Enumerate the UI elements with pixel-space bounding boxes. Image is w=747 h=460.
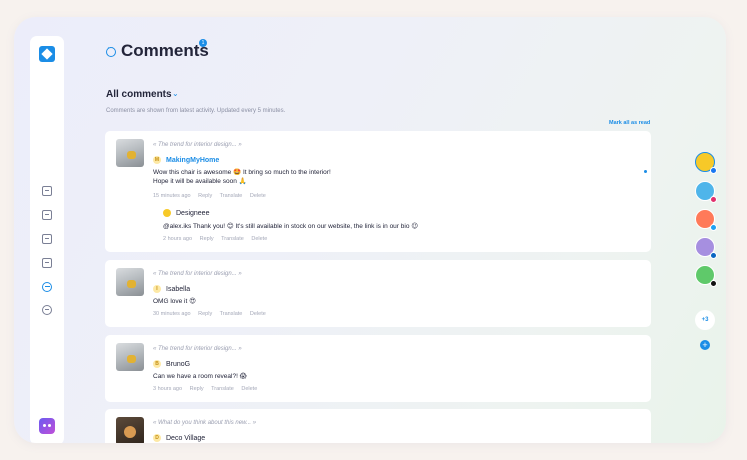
linkedin-icon [710,252,717,259]
app-window: Comments 1 All comments ⌄ Comments are s… [14,17,726,443]
reply-time: 2 hours ago [163,236,193,242]
account-avatar-linkedin[interactable] [695,237,717,259]
comment-meta: 15 minutes ago Reply Translate Delete [153,193,272,199]
comment-username[interactable]: Deco Village [166,435,205,442]
comment-text: Wow this chair is awesome 🤩 It bring so … [153,169,331,176]
post-thumbnail[interactable] [116,139,144,167]
unread-indicator [644,170,647,173]
delete-button[interactable]: Delete [250,193,266,199]
comment-card[interactable]: « The trend for interior design... » B B… [105,335,651,402]
comment-meta: 3 hours ago Reply Translate Delete [153,386,263,392]
instagram-icon [710,196,717,203]
app-logo[interactable] [39,46,55,62]
comments-icon [106,43,116,57]
nav-comments-icon[interactable] [42,282,52,292]
reply-button[interactable]: Reply [190,386,204,392]
translate-button[interactable]: Translate [220,193,243,199]
facebook-icon [710,167,717,174]
comment-card[interactable]: « What do you think about this new... » … [105,409,651,443]
delete-button[interactable]: Delete [251,236,267,242]
comment-text: OMG love it 😍 [153,298,196,305]
page-title: Comments [121,41,209,60]
comment-username[interactable]: BrunoG [166,361,190,368]
account-avatar-tiktok[interactable] [695,265,717,287]
comment-meta: 30 minutes ago Reply Translate Delete [153,311,272,317]
comment-time: 3 hours ago [153,386,183,392]
delete-button[interactable]: Delete [250,311,266,317]
translate-button[interactable]: Translate [221,236,244,242]
translate-button[interactable]: Translate [211,386,234,392]
filter-dropdown[interactable]: All comments [106,89,172,100]
comment-time: 30 minutes ago [153,311,191,317]
comment-time: 15 minutes ago [153,193,191,199]
post-thumbnail[interactable] [116,343,144,371]
nav-analytics-icon[interactable] [42,210,52,220]
reply-text: @alex.iks Thank you! 😊 It's still availa… [163,223,419,230]
post-thumbnail[interactable] [116,268,144,296]
account-avatar-instagram[interactable] [695,181,717,203]
post-reference[interactable]: « The trend for interior design... » [153,271,242,277]
post-reference[interactable]: « The trend for interior design... » [153,346,242,352]
user-avatar: I [153,285,161,293]
post-thumbnail[interactable] [116,417,144,443]
reply-button[interactable]: Reply [198,193,212,199]
add-account-button[interactable]: + [700,340,710,350]
tiktok-icon [710,280,717,287]
twitter-icon [710,224,717,231]
reply-meta: 2 hours ago Reply Translate Delete [163,236,273,242]
notification-badge: 1 [199,39,207,47]
delete-button[interactable]: Delete [241,386,257,392]
sidebar [30,36,64,443]
nav-notes-icon[interactable] [42,258,52,268]
reply-button[interactable]: Reply [200,236,214,242]
user-avatar: D [153,434,161,442]
comment-card[interactable]: « The trend for interior design... » M M… [105,131,651,252]
page-subtitle: Comments are shown from latest activity.… [106,108,286,114]
account-avatar-twitter[interactable] [695,209,717,231]
user-avatar[interactable] [39,418,55,434]
comment-username[interactable]: Isabella [166,286,190,293]
comment-username[interactable]: MakingMyHome [166,157,219,164]
post-reference[interactable]: « The trend for interior design... » [153,142,242,148]
comment-text: Can we have a room reveal?! 😱 [153,373,247,380]
reply-username[interactable]: Designeee [176,210,209,217]
translate-button[interactable]: Translate [220,311,243,317]
chevron-down-icon[interactable]: ⌄ [172,89,179,98]
comment-text: Hope it will be available soon 🙏 [153,178,247,185]
nav-media-icon[interactable] [42,234,52,244]
brand-avatar [163,209,171,217]
user-avatar: B [153,360,161,368]
mark-all-read-link[interactable]: Mark all as read [609,120,650,126]
nav-calendar-icon[interactable] [42,186,52,196]
comment-card[interactable]: « The trend for interior design... » I I… [105,260,651,327]
nav-globe-icon[interactable] [42,305,52,315]
reply-button[interactable]: Reply [198,311,212,317]
account-avatar-facebook[interactable] [695,152,717,174]
user-avatar: M [153,156,161,164]
post-reference[interactable]: « What do you think about this new... » [153,420,256,426]
more-accounts-button[interactable]: +3 [695,310,715,330]
